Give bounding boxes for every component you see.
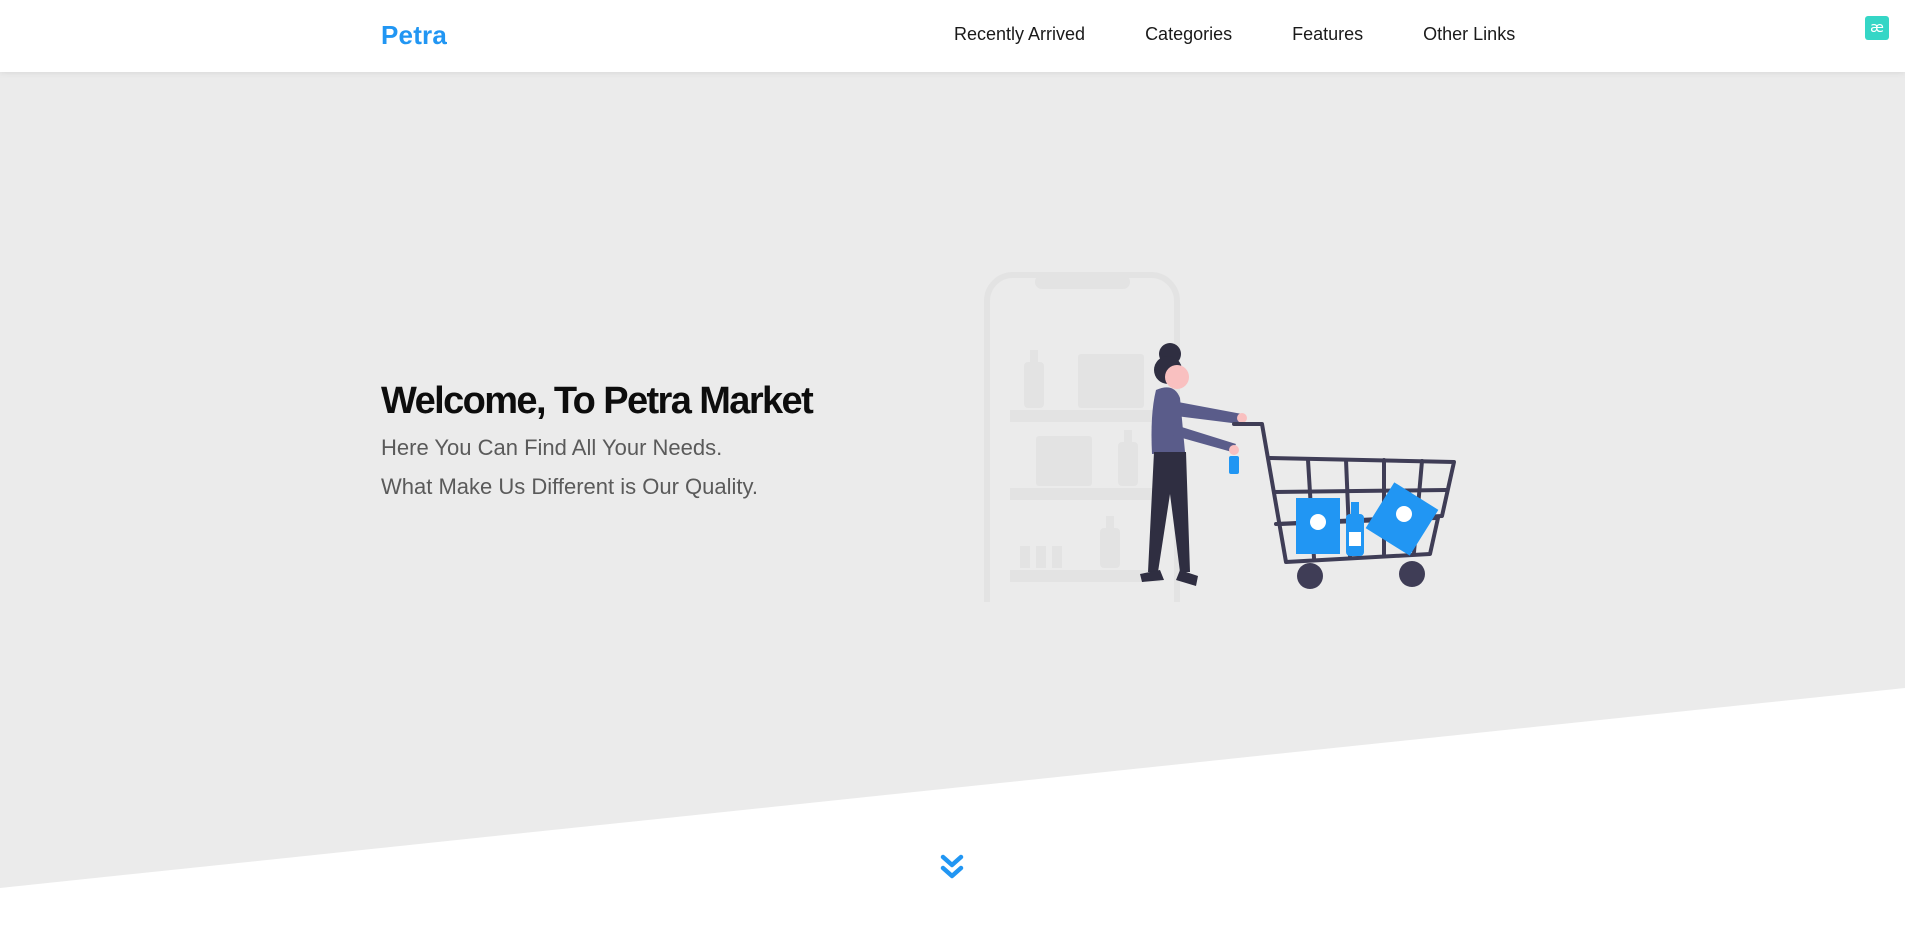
nav-link-other-links[interactable]: Other Links bbox=[1423, 24, 1515, 45]
cart-wheels bbox=[1297, 561, 1425, 589]
phone-shelf-graphic bbox=[984, 272, 1180, 602]
nav-link-categories[interactable]: Categories bbox=[1145, 24, 1232, 45]
hero-title: Welcome, To Petra Market bbox=[381, 380, 814, 422]
double-chevron-down-icon[interactable] bbox=[940, 853, 964, 883]
shopping-cart-illustration bbox=[984, 272, 1456, 602]
hero-subtitle-1: Here You Can Find All Your Needs. bbox=[381, 435, 723, 460]
nav-links: Recently Arrived Categories Features Oth… bbox=[954, 24, 1515, 45]
extension-badge-icon[interactable]: æ bbox=[1865, 16, 1889, 40]
nav-link-features[interactable]: Features bbox=[1292, 24, 1363, 45]
nav-link-recently-arrived[interactable]: Recently Arrived bbox=[954, 24, 1085, 45]
brand-logo[interactable]: Petra bbox=[381, 20, 447, 51]
hero-text: Welcome, To Petra Market Here You Can Fi… bbox=[381, 378, 814, 506]
navbar: Petra Recently Arrived Categories Featur… bbox=[0, 0, 1905, 72]
hero-background bbox=[0, 72, 1905, 888]
woman-figure bbox=[1140, 343, 1247, 586]
hero-section: Welcome, To Petra Market Here You Can Fi… bbox=[0, 72, 1905, 928]
shopping-cart bbox=[1232, 422, 1456, 564]
hero-subtitle-2: What Make Us Different is Our Quality. bbox=[381, 474, 758, 499]
